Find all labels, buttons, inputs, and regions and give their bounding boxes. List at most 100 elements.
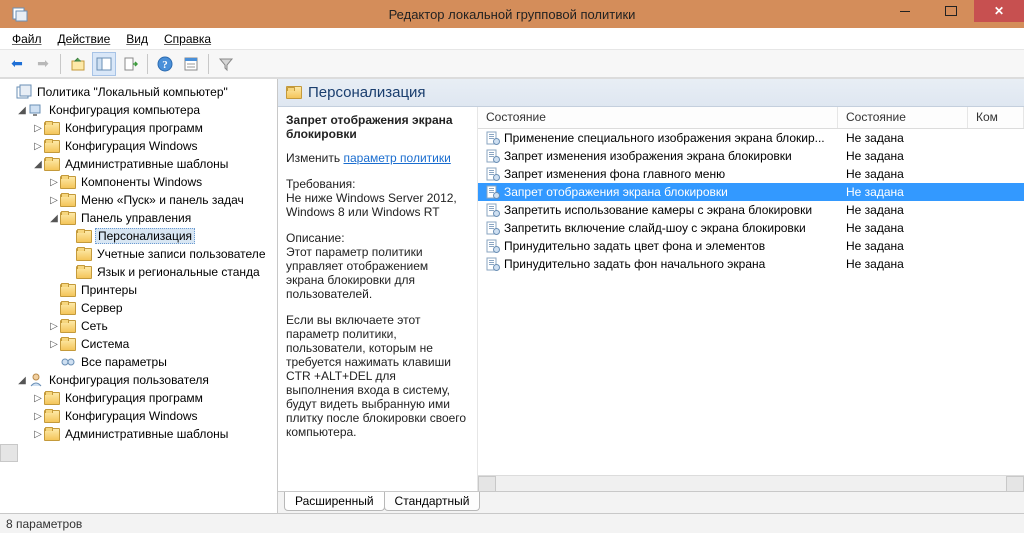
- export-list-button[interactable]: [118, 52, 142, 76]
- tree-item[interactable]: ▷Конфигурация Windows: [0, 137, 277, 155]
- close-button[interactable]: [974, 0, 1024, 22]
- policy-state-cell: Не задана: [838, 220, 968, 236]
- folder-icon: [44, 390, 60, 406]
- policy-row[interactable]: Применение специального изображения экра…: [478, 129, 1024, 147]
- menu-file[interactable]: Файл: [6, 30, 48, 48]
- expand-icon[interactable]: ▷: [32, 429, 44, 440]
- policy-item-icon: [486, 131, 500, 145]
- tree-item[interactable]: Язык и региональные станда: [0, 263, 277, 281]
- policy-item-icon: [486, 221, 500, 235]
- tree-user-config[interactable]: ◢ Конфигурация пользователя: [0, 371, 277, 389]
- tree-item[interactable]: Учетные записи пользователе: [0, 245, 277, 263]
- expand-icon[interactable]: ▷: [48, 177, 60, 188]
- collapse-icon[interactable]: ◢: [16, 105, 28, 116]
- folder-icon: [60, 210, 76, 226]
- policy-row[interactable]: Запретить использование камеры с экрана …: [478, 201, 1024, 219]
- policy-name-text: Применение специального изображения экра…: [504, 131, 825, 145]
- expand-icon[interactable]: ▷: [32, 123, 44, 134]
- expand-icon[interactable]: ▷: [32, 411, 44, 422]
- tree-personalization[interactable]: Персонализация: [0, 227, 277, 245]
- gpo-editor-window: Редактор локальной групповой политики Фа…: [0, 0, 1024, 533]
- policy-name-text: Принудительно задать фон начального экра…: [504, 257, 765, 271]
- expand-icon[interactable]: ▷: [48, 321, 60, 332]
- policy-row[interactable]: Принудительно задать фон начального экра…: [478, 255, 1024, 273]
- tree-item[interactable]: ▷Конфигурация Windows: [0, 407, 277, 425]
- policy-item-icon: [486, 167, 500, 181]
- tree-item[interactable]: ▷Компоненты Windows: [0, 173, 277, 191]
- folder-icon: [76, 246, 92, 262]
- policy-item-icon: [486, 185, 500, 199]
- collapse-icon[interactable]: ◢: [48, 213, 60, 224]
- tree-item[interactable]: ▷Сеть: [0, 317, 277, 335]
- filter-button[interactable]: [214, 52, 238, 76]
- tab-extended[interactable]: Расширенный: [284, 492, 385, 511]
- expand-icon[interactable]: ▷: [48, 195, 60, 206]
- collapse-icon[interactable]: ◢: [32, 159, 44, 170]
- list-headers: Состояние Состояние Ком: [478, 107, 1024, 129]
- window-controls: [882, 0, 1024, 22]
- expand-icon[interactable]: ▷: [32, 393, 44, 404]
- tree-label: Система: [79, 337, 131, 351]
- folder-icon: [44, 408, 60, 424]
- tree-computer-config[interactable]: ◢ Конфигурация компьютера: [0, 101, 277, 119]
- tree-item[interactable]: Все параметры: [0, 353, 277, 371]
- policy-name-cell: Запрет отображения экрана блокировки: [478, 184, 838, 200]
- policy-row[interactable]: Принудительно задать цвет фона и элемент…: [478, 237, 1024, 255]
- policy-list[interactable]: Применение специального изображения экра…: [478, 129, 1024, 475]
- policy-row[interactable]: Запрет отображения экрана блокировки Не з…: [478, 183, 1024, 201]
- tree-label: Все параметры: [79, 355, 169, 369]
- tree-item[interactable]: ▷Конфигурация программ: [0, 119, 277, 137]
- forward-button[interactable]: [31, 52, 55, 76]
- policy-comment-cell: [968, 155, 1024, 157]
- policy-item-icon: [486, 257, 500, 271]
- policy-state-cell: Не задана: [838, 130, 968, 146]
- detail-header: Персонализация: [278, 79, 1024, 107]
- up-one-level-button[interactable]: [66, 52, 90, 76]
- folder-icon: [44, 120, 60, 136]
- show-hide-tree-button[interactable]: [92, 52, 116, 76]
- toolbar: ?: [0, 50, 1024, 78]
- tree-root[interactable]: Политика "Локальный компьютер": [0, 83, 277, 101]
- tree-label: Конфигурация программ: [63, 391, 205, 405]
- folder-icon: [44, 426, 60, 442]
- detail-header-title: Персонализация: [308, 84, 426, 101]
- menu-help[interactable]: Справка: [158, 30, 217, 48]
- policy-comment-cell: [968, 263, 1024, 265]
- tree-item[interactable]: Сервер: [0, 299, 277, 317]
- tab-standard[interactable]: Стандартный: [384, 492, 481, 511]
- user-config-icon: [28, 372, 44, 388]
- policy-row[interactable]: Запрет изменения изображения экрана блок…: [478, 147, 1024, 165]
- list-horizontal-scrollbar[interactable]: [478, 475, 1024, 491]
- tree-control-panel[interactable]: ◢Панель управления: [0, 209, 277, 227]
- menu-action[interactable]: Действие: [52, 30, 117, 48]
- svg-text:?: ?: [162, 59, 168, 71]
- column-header-state[interactable]: Состояние: [838, 107, 968, 128]
- menu-view[interactable]: Вид: [120, 30, 154, 48]
- policy-state-cell: Не задана: [838, 184, 968, 200]
- policy-row[interactable]: Запретить включение слайд-шоу с экрана б…: [478, 219, 1024, 237]
- policy-name-text: Запрет отображения экрана блокировки: [504, 185, 728, 199]
- column-header-name[interactable]: Состояние: [478, 107, 838, 128]
- selected-policy-name: Запрет отображения экрана блокировки: [286, 113, 467, 141]
- expand-icon[interactable]: ▷: [32, 141, 44, 152]
- maximize-button[interactable]: [928, 0, 974, 22]
- tree-item[interactable]: ▷ Система: [0, 335, 277, 353]
- minimize-button[interactable]: [882, 0, 928, 22]
- help-button[interactable]: ?: [153, 52, 177, 76]
- tree-admin-templates[interactable]: ◢Административные шаблоны: [0, 155, 277, 173]
- tree-item[interactable]: ▷Меню «Пуск» и панель задач: [0, 191, 277, 209]
- collapse-icon[interactable]: ◢: [16, 375, 28, 386]
- edit-policy-link[interactable]: параметр политики: [343, 151, 450, 165]
- tree-item[interactable]: ▷Административные шаблоны: [0, 425, 277, 443]
- expand-icon[interactable]: ▷: [48, 339, 60, 350]
- tree-pane[interactable]: Политика "Локальный компьютер" ◢ Конфигу…: [0, 79, 278, 513]
- tree-item[interactable]: Принтеры: [0, 281, 277, 299]
- tree-label: Конфигурация пользователя: [47, 373, 211, 387]
- policy-row[interactable]: Запрет изменения фона главного менюНе за…: [478, 165, 1024, 183]
- policy-comment-cell: [968, 227, 1024, 229]
- properties-button[interactable]: [179, 52, 203, 76]
- column-header-comment[interactable]: Ком: [968, 107, 1024, 128]
- tree-item[interactable]: ▷ Конфигурация программ: [0, 389, 277, 407]
- policy-state-cell: Не задана: [838, 238, 968, 254]
- back-button[interactable]: [5, 52, 29, 76]
